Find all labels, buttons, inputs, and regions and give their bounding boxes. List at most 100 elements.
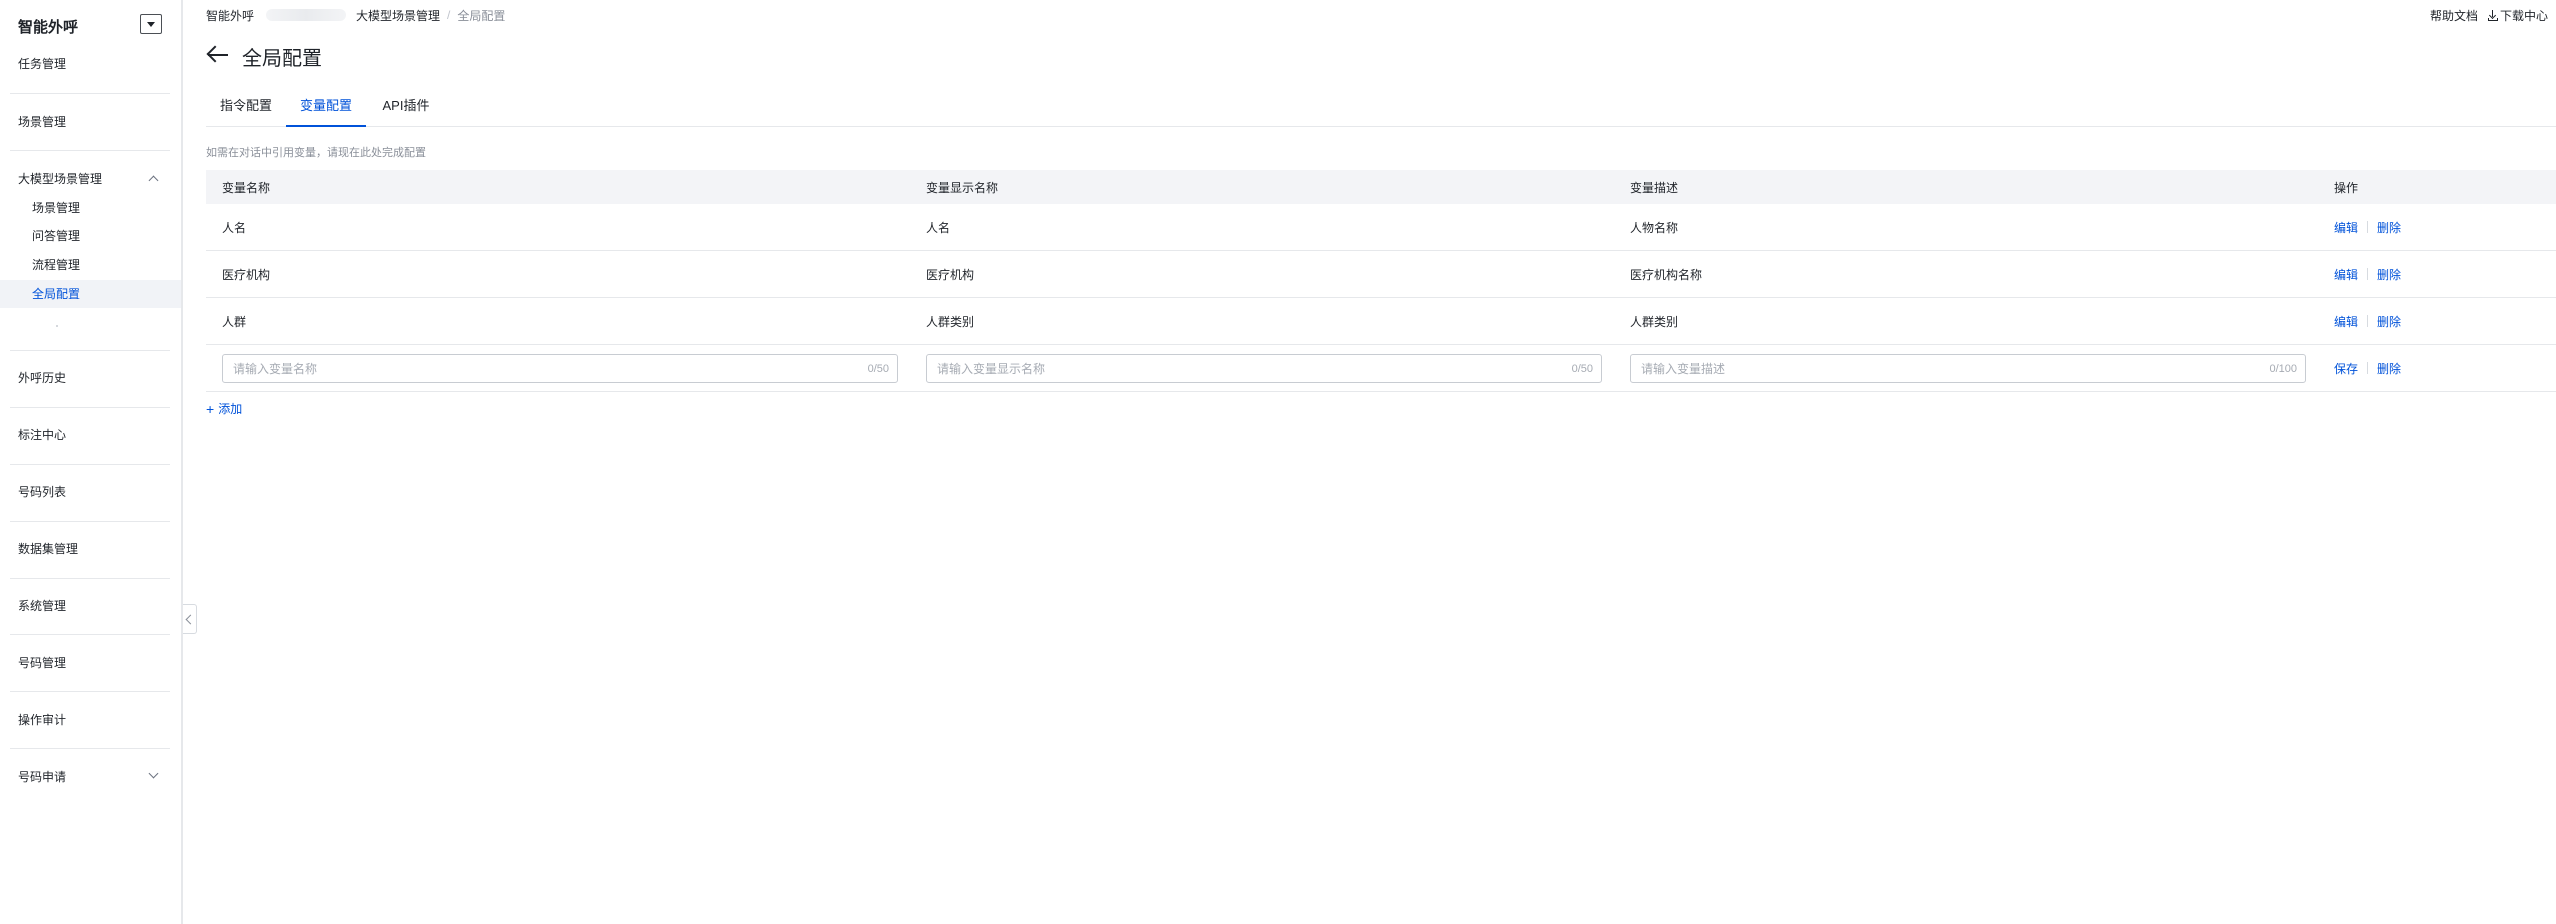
help-docs-link[interactable]: 帮助文档 <box>2430 7 2478 24</box>
sidebar-item-annotation[interactable]: 标注中心 <box>0 415 181 455</box>
sidebar-divider <box>10 634 170 635</box>
sidebar-header: 智能外呼 <box>0 0 181 48</box>
app-root: 智能外呼 任务管理 场景管理 大模型场景管理 场景管理 问答管理 流程管理 全局… <box>0 0 2556 924</box>
sidebar-divider <box>10 93 170 94</box>
table-header: 变量名称 变量显示名称 变量描述 操作 <box>206 170 2556 204</box>
page-hint: 如需在对话中引用变量，请现在此处完成配置 <box>206 147 426 159</box>
scroll-dot <box>56 325 58 327</box>
breadcrumb-current: 全局配置 <box>457 8 506 23</box>
variable-name-input[interactable] <box>233 361 868 376</box>
cell-variable-display: 人名 <box>926 220 951 235</box>
sidebar-item-label: 大模型场景管理 <box>18 172 103 186</box>
download-center-label: 下载中心 <box>2499 9 2548 23</box>
cell-variable-desc: 医疗机构名称 <box>1630 267 1703 282</box>
char-counter: 0/50 <box>867 362 889 375</box>
chevron-down-icon <box>148 768 159 779</box>
sidebar-item-number-apply[interactable]: 号码申请 <box>0 757 181 797</box>
action-separator <box>2367 315 2369 327</box>
column-header-desc: 变量描述 <box>1630 180 1679 195</box>
char-counter: 0/100 <box>2269 362 2297 375</box>
cell-variable-display: 医疗机构 <box>926 267 975 282</box>
column-header-name: 变量名称 <box>222 180 271 195</box>
sidebar-item-scene[interactable]: 场景管理 <box>0 102 181 142</box>
edit-button[interactable]: 编辑 <box>2334 219 2358 236</box>
breadcrumb: 智能外呼 大模型场景管理 / 全局配置 <box>206 7 505 23</box>
plus-icon: + <box>206 400 215 417</box>
table-row-new: 0/50 0/50 0/100 保存 删除 <box>206 345 2556 392</box>
table-row: 人群 人群类别 人群类别 编辑 删除 <box>206 298 2556 345</box>
sidebar-divider <box>10 464 170 465</box>
sidebar-item-history[interactable]: 外呼历史 <box>0 358 181 398</box>
sidebar-subitem-global[interactable]: 全局配置 <box>0 280 181 308</box>
sidebar-item-dataset[interactable]: 数据集管理 <box>0 529 181 569</box>
sidebar: 智能外呼 任务管理 场景管理 大模型场景管理 场景管理 问答管理 流程管理 全局… <box>0 0 183 924</box>
tab-variable-config[interactable]: 变量配置 <box>286 90 366 127</box>
breadcrumb-parent[interactable]: 大模型场景管理 <box>356 7 440 24</box>
edit-button[interactable]: 编辑 <box>2334 266 2358 283</box>
cell-variable-name: 人群 <box>222 314 247 329</box>
column-header-actions: 操作 <box>2334 180 2359 195</box>
table-row: 人名 人名 人物名称 编辑 删除 <box>206 204 2556 251</box>
sidebar-divider <box>10 150 170 151</box>
cell-variable-desc: 人物名称 <box>1630 220 1679 235</box>
delete-button[interactable]: 删除 <box>2377 219 2401 236</box>
sidebar-divider <box>10 407 170 408</box>
cell-actions: 编辑 删除 <box>2334 298 2401 344</box>
sidebar-divider <box>10 350 170 351</box>
sidebar-divider <box>10 748 170 749</box>
cell-variable-name: 人名 <box>222 220 247 235</box>
variable-table: 变量名称 变量显示名称 变量描述 操作 人名 人名 人物名称 编辑 删除 医疗机… <box>206 170 2556 392</box>
add-variable-button[interactable]: + 添加 <box>206 400 242 417</box>
breadcrumb-redacted <box>266 9 347 21</box>
product-switch-dropdown-icon[interactable] <box>140 14 162 34</box>
breadcrumb-root[interactable]: 智能外呼 <box>206 7 254 24</box>
cell-variable-desc: 人群类别 <box>1630 314 1679 329</box>
add-variable-label: 添加 <box>218 402 243 416</box>
action-separator <box>2367 221 2369 233</box>
cell-actions: 保存 删除 <box>2334 345 2401 391</box>
delete-button[interactable]: 删除 <box>2377 360 2401 377</box>
download-icon <box>2487 10 2498 21</box>
sidebar-item-label: 号码申请 <box>18 770 67 784</box>
sidebar-item-audit[interactable]: 操作审计 <box>0 700 181 740</box>
back-arrow-icon[interactable] <box>206 44 228 66</box>
sidebar-item-number-mgmt[interactable]: 号码管理 <box>0 643 181 683</box>
sidebar-item-llm-scene[interactable]: 大模型场景管理 <box>0 159 181 199</box>
chevron-up-icon <box>148 175 159 186</box>
save-button[interactable]: 保存 <box>2334 360 2358 377</box>
breadcrumb-separator: / <box>447 8 451 22</box>
cell-actions: 编辑 删除 <box>2334 251 2401 297</box>
download-center-link[interactable]: 下载中心 <box>2487 7 2548 24</box>
variable-desc-input[interactable] <box>1641 361 2270 376</box>
variable-display-input[interactable] <box>937 361 1572 376</box>
action-separator <box>2367 362 2369 374</box>
sidebar-subitem-qa[interactable]: 问答管理 <box>0 222 181 250</box>
page-title: 全局配置 <box>242 48 322 70</box>
top-links: 帮助文档 下载中心 <box>2430 7 2548 24</box>
sidebar-item-number-list[interactable]: 号码列表 <box>0 472 181 512</box>
variable-name-field: 0/50 <box>222 354 898 383</box>
sidebar-title: 智能外呼 <box>18 19 79 36</box>
table-row: 医疗机构 医疗机构 医疗机构名称 编辑 删除 <box>206 251 2556 298</box>
variable-desc-field: 0/100 <box>1630 354 2306 383</box>
delete-button[interactable]: 删除 <box>2377 313 2401 330</box>
delete-button[interactable]: 删除 <box>2377 266 2401 283</box>
sidebar-divider <box>10 521 170 522</box>
tab-instruction-config[interactable]: 指令配置 <box>206 90 286 127</box>
cell-variable-name: 医疗机构 <box>222 267 271 282</box>
cell-variable-display: 人群类别 <box>926 314 975 329</box>
sidebar-subitem-flow[interactable]: 流程管理 <box>0 251 181 279</box>
sidebar-divider <box>10 578 170 579</box>
sidebar-subitem-scene[interactable]: 场景管理 <box>0 194 181 222</box>
column-header-display: 变量显示名称 <box>926 180 999 195</box>
edit-button[interactable]: 编辑 <box>2334 313 2358 330</box>
tab-api-plugin[interactable]: API插件 <box>366 90 446 127</box>
variable-display-field: 0/50 <box>926 354 1602 383</box>
sidebar-collapse-handle[interactable] <box>183 604 197 634</box>
sidebar-item-system[interactable]: 系统管理 <box>0 586 181 626</box>
char-counter: 0/50 <box>1571 362 1593 375</box>
sidebar-item-task[interactable]: 任务管理 <box>0 44 181 84</box>
tab-bar: 指令配置 变量配置 API插件 <box>206 90 2556 127</box>
action-separator <box>2367 268 2369 280</box>
cell-actions: 编辑 删除 <box>2334 204 2401 250</box>
